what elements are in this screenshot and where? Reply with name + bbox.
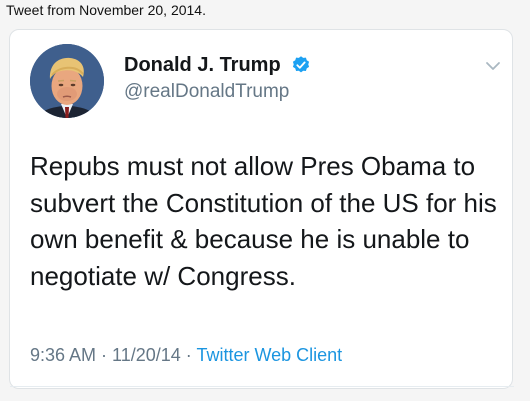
avatar-image: [30, 44, 104, 118]
avatar[interactable]: [30, 44, 104, 118]
meta-separator: ·: [180, 345, 197, 365]
user-handle[interactable]: @realDonaldTrump: [124, 81, 289, 103]
tweet-source-link[interactable]: Twitter Web Client: [196, 345, 342, 365]
divider: [10, 386, 514, 387]
chevron-down-icon[interactable]: [484, 57, 502, 75]
tweet-card: Donald J. Trump @realDonaldTrump Repubs …: [9, 29, 514, 389]
page-caption: Tweet from November 20, 2014.: [6, 2, 206, 18]
tweet-metadata: 9:36 AM · 11/20/14 · Twitter Web Client: [30, 345, 342, 366]
tweet-time[interactable]: 9:36 AM: [30, 345, 96, 365]
display-name[interactable]: Donald J. Trump: [124, 54, 281, 77]
tweet-text: Repubs must not allow Pres Obama to subv…: [30, 151, 497, 291]
verified-badge-icon: [292, 56, 310, 73]
tweet-date[interactable]: 11/20/14: [112, 345, 181, 365]
meta-separator: ·: [96, 345, 113, 365]
